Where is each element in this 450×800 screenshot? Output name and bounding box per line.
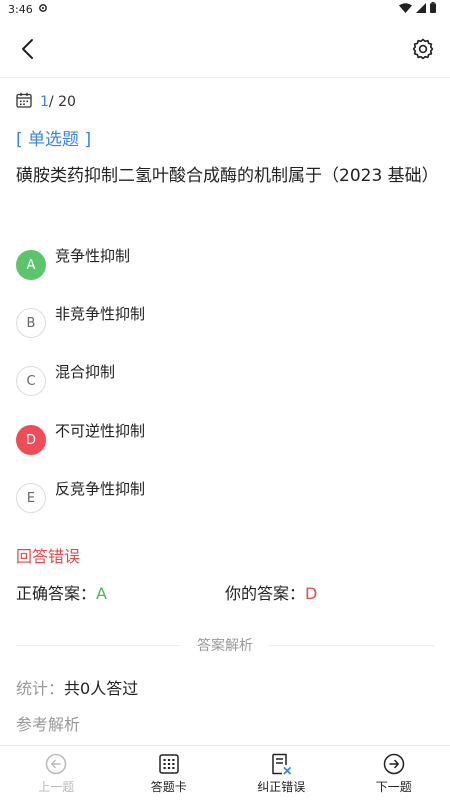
- settings-button[interactable]: [410, 38, 436, 64]
- status-right: [399, 2, 436, 16]
- option-a[interactable]: A 竞争性抑制: [16, 247, 130, 281]
- correct-answer-label: 正确答案：: [16, 584, 97, 603]
- signal-icon: [416, 2, 426, 16]
- reference-analysis-label: 参考解析: [16, 715, 81, 734]
- calendar-icon: [16, 92, 32, 112]
- wifi-icon: [399, 2, 412, 16]
- my-answer: 你的答案：D: [225, 580, 317, 604]
- gear-icon: [412, 38, 434, 64]
- divider-line-right: [269, 644, 434, 646]
- option-b-letter: B: [16, 308, 46, 338]
- question-text: 磺胺类药抑制二氢叶酸合成酶的机制属于（2023 基础）: [16, 166, 439, 186]
- option-e-text: 反竞争性抑制: [55, 480, 146, 498]
- option-a-text: 竞争性抑制: [55, 247, 131, 265]
- back-button[interactable]: [14, 38, 40, 64]
- question-progress: 1/ 20: [16, 92, 76, 112]
- stats-value: 共0人答过: [64, 679, 139, 698]
- my-answer-value: D: [305, 584, 318, 603]
- option-c-text: 混合抑制: [55, 363, 116, 381]
- correct-answer-value: A: [96, 584, 107, 603]
- option-c[interactable]: C 混合抑制: [16, 363, 115, 397]
- question-type: [ 单选题 ]: [16, 130, 92, 150]
- stats-label: 统计：: [16, 679, 65, 698]
- status-left: 3:46: [8, 3, 48, 16]
- battery-icon: [430, 2, 436, 16]
- option-c-letter: C: [16, 366, 46, 396]
- option-e[interactable]: E 反竞争性抑制: [16, 480, 145, 514]
- progress-text: 1/ 20: [40, 94, 76, 110]
- report-error-label: 纠正错误: [257, 780, 306, 794]
- app-bar: [0, 24, 450, 78]
- option-d[interactable]: D 不可逆性抑制: [16, 422, 145, 456]
- divider-line-left: [16, 644, 181, 646]
- progress-current: 1: [40, 94, 49, 110]
- next-question-button[interactable]: 下一题: [338, 746, 450, 800]
- prev-question-label: 上一题: [38, 780, 75, 794]
- option-b[interactable]: B 非竞争性抑制: [16, 305, 145, 339]
- correct-answer: 正确答案：A: [16, 580, 107, 604]
- option-d-text: 不可逆性抑制: [55, 422, 146, 440]
- gear-status-icon: [38, 3, 48, 16]
- arrow-left-circle-icon: [45, 753, 67, 775]
- status-bar: 3:46: [0, 0, 450, 18]
- status-time: 3:46: [8, 2, 33, 16]
- next-question-label: 下一题: [375, 780, 412, 794]
- report-icon: [270, 753, 292, 775]
- analysis-divider: 答案解析: [16, 634, 434, 656]
- my-answer-label: 你的答案：: [225, 584, 306, 603]
- prev-question-button[interactable]: 上一题: [0, 746, 113, 800]
- bottom-nav: 上一题 答题卡 纠正错误 下一题: [0, 745, 450, 800]
- result-status: 回答错误: [16, 547, 81, 566]
- stats: 统计：共0人答过: [16, 675, 138, 699]
- progress-total: / 20: [48, 94, 76, 110]
- arrow-right-circle-icon: [383, 753, 405, 775]
- option-a-letter: A: [16, 250, 46, 280]
- option-e-letter: E: [16, 483, 46, 513]
- report-error-button[interactable]: 纠正错误: [225, 746, 338, 800]
- answer-card-button[interactable]: 答题卡: [113, 746, 226, 800]
- chevron-left-icon: [20, 38, 34, 64]
- grid-icon: [158, 753, 180, 775]
- analysis-title: 答案解析: [197, 638, 253, 654]
- option-b-text: 非竞争性抑制: [55, 305, 146, 323]
- option-d-letter: D: [16, 425, 46, 455]
- answer-card-label: 答题卡: [150, 780, 187, 794]
